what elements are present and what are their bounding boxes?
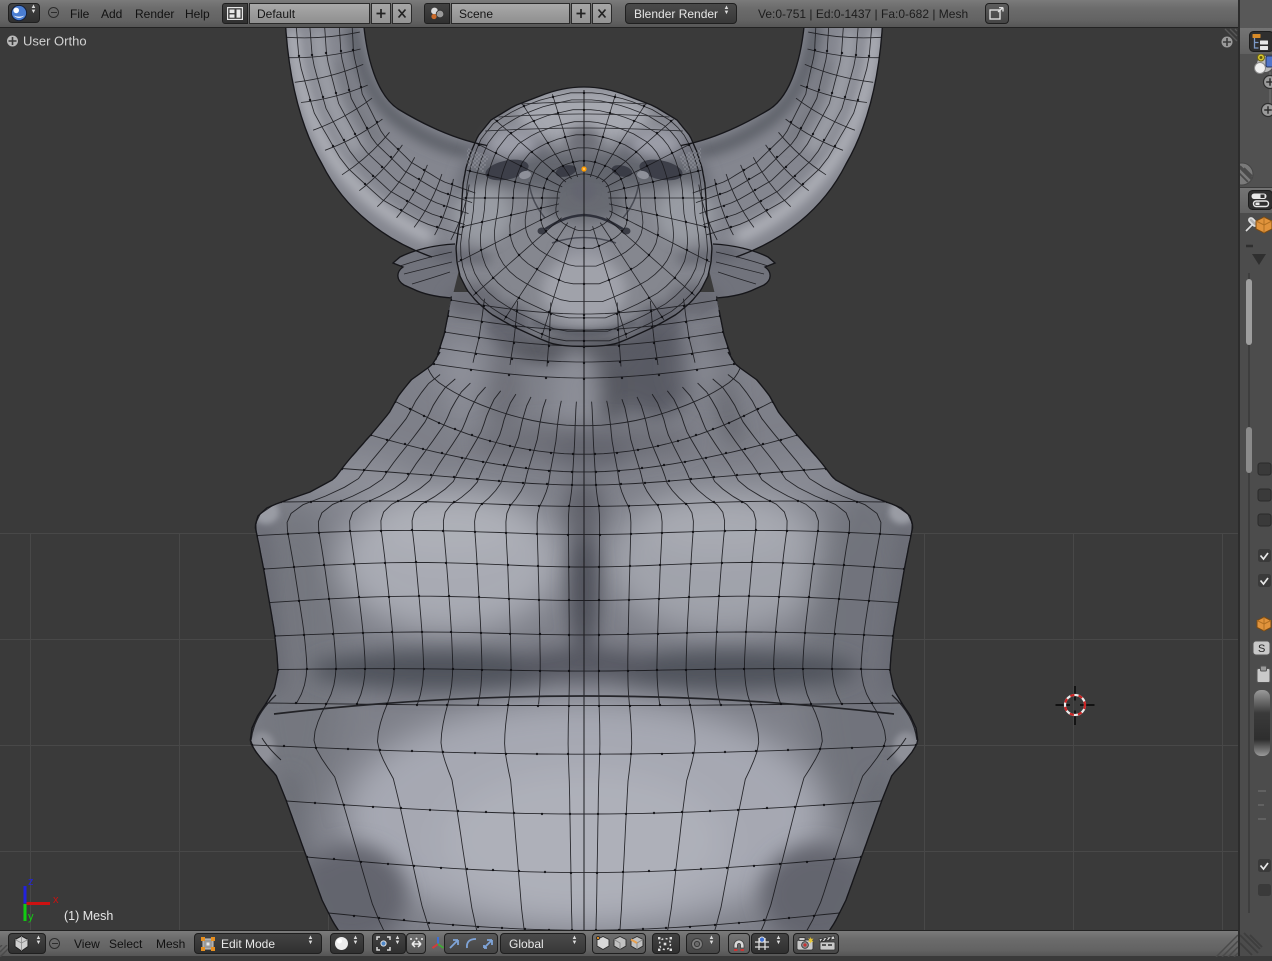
svg-text:y: y [28,911,34,923]
svg-text:S: S [1258,643,1265,655]
svg-text:(1) Mesh: (1) Mesh [64,909,113,923]
svg-text:User Ortho: User Ortho [23,34,87,49]
svg-text:x: x [53,894,59,906]
svg-text:z: z [28,876,34,888]
